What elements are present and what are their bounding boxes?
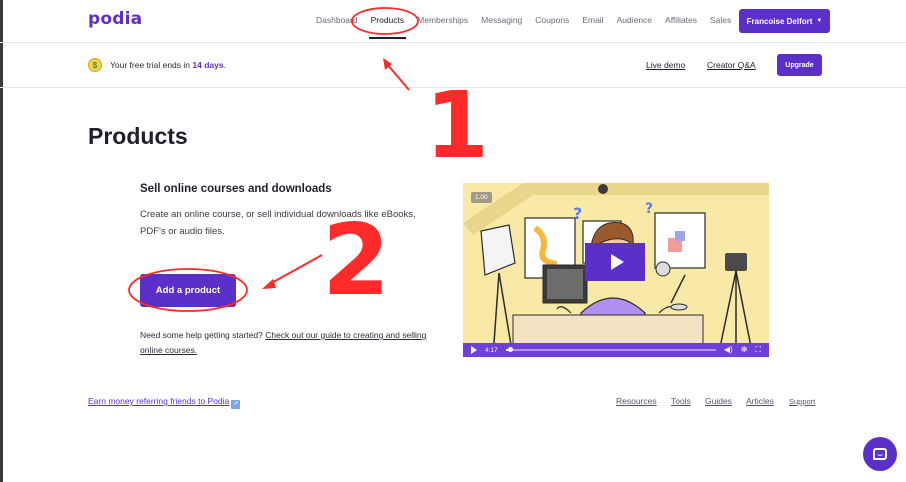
svg-text:?: ? [573, 204, 582, 223]
upgrade-button[interactable]: Upgrade [777, 54, 822, 76]
control-play-icon[interactable] [471, 346, 477, 354]
volume-icon[interactable]: ◀) [724, 343, 733, 357]
nav-email[interactable]: Email [582, 15, 603, 25]
footer-tools-link[interactable]: Tools [671, 396, 691, 406]
footer-guides-link[interactable]: Guides [705, 396, 732, 406]
user-menu-button[interactable]: Francoise Delfort ▼ [739, 9, 830, 33]
fullscreen-icon[interactable]: ⛶ [755, 343, 761, 357]
caret-down-icon: ▼ [816, 18, 823, 24]
arrow-2-head [262, 279, 276, 289]
nav-coupons[interactable]: Coupons [535, 15, 569, 25]
user-name: Francoise Delfort [746, 16, 813, 26]
nav-links: Dashboard Products Memberships Messaging… [316, 15, 744, 39]
section-heading: Sell online courses and downloads [140, 183, 332, 195]
page-title: Products [88, 123, 188, 149]
nav-memberships[interactable]: Memberships [417, 15, 468, 25]
live-demo-link[interactable]: Live demo [646, 60, 685, 70]
play-icon [610, 254, 624, 270]
referral-link[interactable]: Earn money referring friends to Podia ↗ [88, 396, 241, 409]
annotation-step-2: 2 [322, 204, 391, 318]
chat-launcher-button[interactable] [863, 437, 897, 471]
money-face-icon: $ [88, 58, 102, 72]
add-product-button[interactable]: Add a product [140, 274, 236, 307]
nav-affiliates[interactable]: Affiliates [665, 15, 697, 25]
podia-logo[interactable]: podia [88, 9, 142, 29]
chat-icon [873, 448, 887, 460]
arrow-2-line [267, 254, 323, 286]
nav-audience[interactable]: Audience [617, 15, 652, 25]
nav-products[interactable]: Products [368, 15, 406, 39]
trial-message: Your free trial ends in 14 days. [110, 60, 226, 70]
footer-articles-link[interactable]: Articles [746, 396, 774, 406]
creator-qa-link[interactable]: Creator Q&A [707, 60, 756, 70]
footer-support-link[interactable]: Support [789, 397, 815, 406]
video-progress-knob[interactable] [507, 347, 513, 352]
help-text: Need some help getting started? Check ou… [140, 330, 427, 355]
settings-gear-icon[interactable]: ✻ [741, 343, 748, 357]
external-link-icon: ↗ [231, 400, 241, 409]
video-controls: 4:17 ◀) ✻ ⛶ [463, 343, 769, 357]
annotation-step-1: 1 [425, 72, 490, 179]
top-nav: podia Dashboard Products Memberships Mes… [0, 0, 906, 43]
video-play-button[interactable] [585, 243, 645, 281]
nav-sales[interactable]: Sales [710, 15, 731, 25]
playback-speed-badge[interactable]: 1.00 [471, 192, 492, 203]
svg-text:?: ? [645, 201, 653, 217]
intro-video[interactable]: ? ? 1.00 4:17 ◀) ✻ ⛶ [463, 183, 769, 357]
video-duration: 4:17 [485, 346, 498, 354]
video-progress-bar[interactable] [505, 347, 716, 352]
trial-days: 14 days [192, 60, 224, 70]
footer-resources-link[interactable]: Resources [616, 396, 657, 406]
nav-messaging[interactable]: Messaging [481, 15, 522, 25]
nav-dashboard[interactable]: Dashboard [316, 15, 358, 25]
